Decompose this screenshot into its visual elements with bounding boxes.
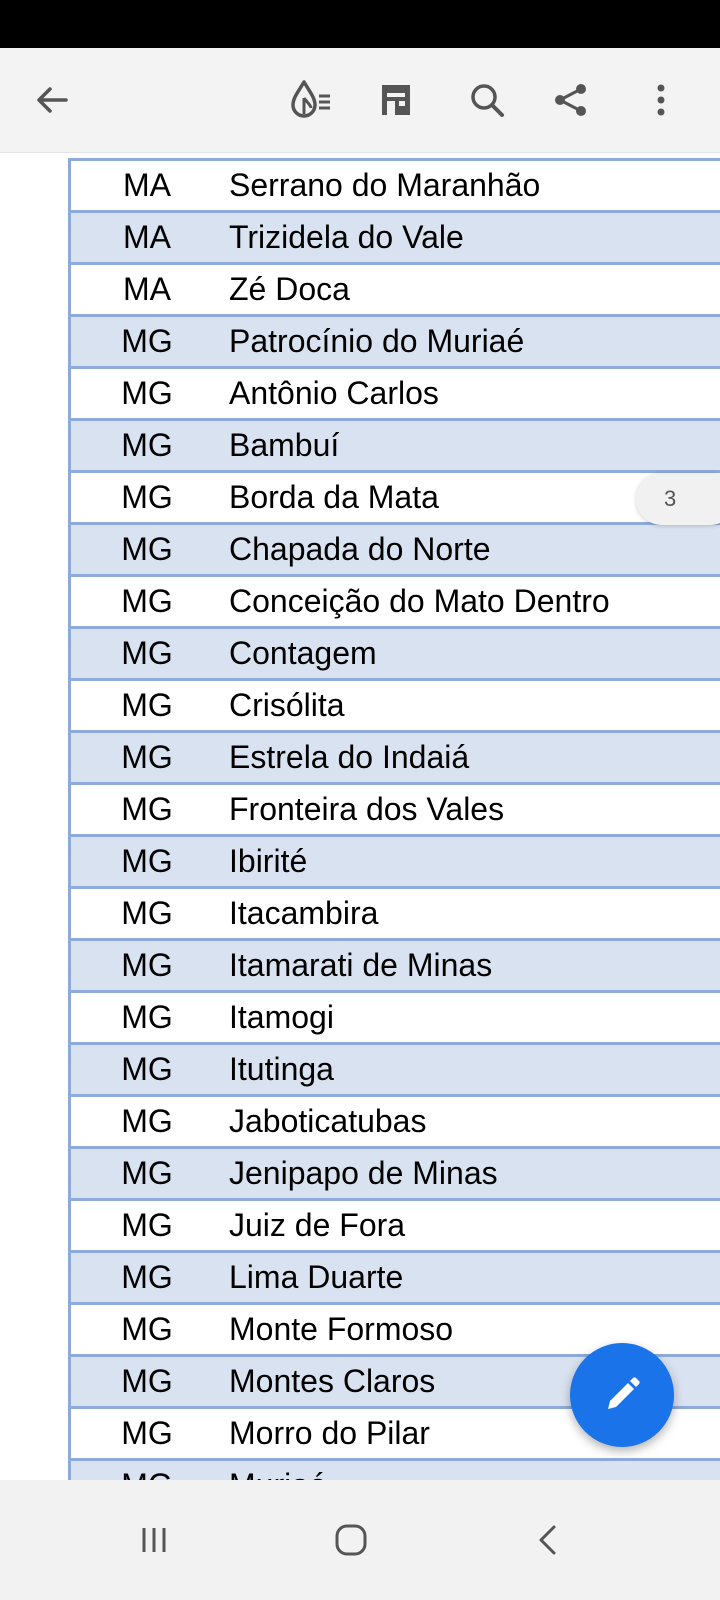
- app-toolbar: [0, 48, 720, 153]
- state-cell: MG: [121, 791, 173, 827]
- city-cell: Juiz de Fora: [229, 1207, 406, 1243]
- table-row: MGMuriaé: [71, 1461, 720, 1480]
- table-row: MG Crisólita: [71, 681, 720, 733]
- state-cell: MG: [121, 1415, 173, 1451]
- city-cell: Montes Claros: [229, 1363, 436, 1399]
- table-row: MG Fronteira dos Vales: [71, 785, 720, 837]
- state-cell: MA: [123, 167, 171, 203]
- city-cell: Fronteira dos Vales: [229, 791, 505, 827]
- state-cell: MG: [121, 635, 173, 671]
- city-cell: Patrocínio do Muriaé: [229, 323, 525, 359]
- city-cell: Estrela do Indaiá: [229, 739, 470, 775]
- reading-mode-icon[interactable]: [282, 72, 338, 128]
- city-cell: Conceição do Mato Dentro: [229, 583, 610, 619]
- city-cell: Jenipapo de Minas: [229, 1155, 498, 1191]
- state-cell: MG: [121, 947, 173, 983]
- table-row: MA Trizidela do Vale: [71, 213, 720, 265]
- state-cell: MG: [121, 1259, 173, 1295]
- state-cell: MG: [121, 999, 173, 1035]
- city-cell: Lima Duarte: [229, 1259, 404, 1295]
- page-layout-icon[interactable]: [368, 72, 424, 128]
- city-cell: Antônio Carlos: [229, 375, 439, 411]
- edit-pencil-icon: [608, 1377, 640, 1409]
- state-cell: MG: [121, 1051, 173, 1087]
- city-cell: Crisólita: [229, 687, 345, 723]
- city-cell: Morro do Pilar: [229, 1415, 430, 1451]
- table-row: MG Jaboticatubas: [71, 1097, 720, 1149]
- state-cell: MG: [121, 1207, 173, 1243]
- system-nav-bar: [0, 1480, 720, 1600]
- city-cell: Zé Doca: [229, 271, 350, 307]
- city-cell: Chapada do Norte: [229, 531, 491, 567]
- city-cell: Serrano do Maranhão: [229, 167, 541, 203]
- state-cell: MG: [121, 531, 173, 567]
- state-cell: MG: [71, 1467, 223, 1480]
- state-cell: MG: [121, 1103, 173, 1139]
- search-icon[interactable]: [459, 72, 515, 128]
- table-row: MG Lima Duarte: [71, 1253, 720, 1305]
- back-icon[interactable]: [512, 1504, 584, 1576]
- page-number: 3: [664, 486, 677, 511]
- table-row: MG Borda da Mata: [71, 473, 720, 525]
- table-row: MA Zé Doca: [71, 265, 720, 317]
- state-cell: MA: [123, 219, 171, 255]
- city-cell: Trizidela do Vale: [229, 219, 464, 255]
- city-cell: Itamarati de Minas: [229, 947, 493, 983]
- city-table: MA Serrano do Maranhão MA Trizidela do Vale…: [68, 158, 720, 1480]
- table-row: MG Chapada do Norte: [71, 525, 720, 577]
- state-cell: MG: [121, 1363, 173, 1399]
- table-row: MG Contagem: [71, 629, 720, 681]
- table-row: MG Juiz de Fora: [71, 1201, 720, 1253]
- city-cell: Monte Formoso: [229, 1311, 454, 1347]
- city-cell: Itacambira: [229, 895, 379, 931]
- state-cell: MG: [121, 583, 173, 619]
- state-cell: MG: [121, 323, 173, 359]
- city-cell: Jaboticatubas: [229, 1103, 427, 1139]
- state-cell: MG: [121, 1311, 173, 1347]
- city-cell: Bambuí: [229, 427, 340, 463]
- table-row: MA Serrano do Maranhão: [71, 158, 720, 213]
- table-row: MG Jenipapo de Minas: [71, 1149, 720, 1201]
- state-cell: MG: [121, 895, 173, 931]
- state-cell: MG: [121, 1155, 173, 1191]
- back-arrow-icon[interactable]: [24, 72, 80, 128]
- table-row: MG Conceição do Mato Dentro: [71, 577, 720, 629]
- table-row: MG Estrela do Indaiá: [71, 733, 720, 785]
- share-icon[interactable]: [543, 72, 599, 128]
- more-options-icon[interactable]: [633, 72, 689, 128]
- table-row: MG Bambuí: [71, 421, 720, 473]
- edit-fab-button[interactable]: [570, 1343, 674, 1447]
- home-icon[interactable]: [315, 1504, 387, 1576]
- document-view[interactable]: MA Serrano do Maranhão MA Trizidela do Vale…: [0, 153, 720, 1480]
- table-row: MG Itutinga: [71, 1045, 720, 1097]
- city-cell: Itamogi: [229, 999, 334, 1035]
- status-bar: [0, 0, 720, 48]
- table-row: MG Itamarati de Minas: [71, 941, 720, 993]
- city-cell: Muriaé: [223, 1467, 327, 1480]
- city-cell: Ibirité: [229, 843, 308, 879]
- table-row: MG Itamogi: [71, 993, 720, 1045]
- state-cell: MA: [123, 271, 171, 307]
- recent-apps-icon[interactable]: [118, 1504, 190, 1576]
- city-cell: Itutinga: [229, 1051, 334, 1087]
- state-cell: MG: [121, 843, 173, 879]
- page-indicator[interactable]: 3: [636, 473, 720, 525]
- state-cell: MG: [121, 375, 173, 411]
- table-row: MG Patrocínio do Muriaé: [71, 317, 720, 369]
- state-cell: MG: [121, 739, 173, 775]
- city-cell: Borda da Mata: [229, 479, 439, 515]
- table-row: MG Antônio Carlos: [71, 369, 720, 421]
- state-cell: MG: [121, 479, 173, 515]
- city-cell: Contagem: [229, 635, 377, 671]
- state-cell: MG: [121, 687, 173, 723]
- table-row: MG Ibirité: [71, 837, 720, 889]
- state-cell: MG: [121, 427, 173, 463]
- table-row: MG Itacambira: [71, 889, 720, 941]
